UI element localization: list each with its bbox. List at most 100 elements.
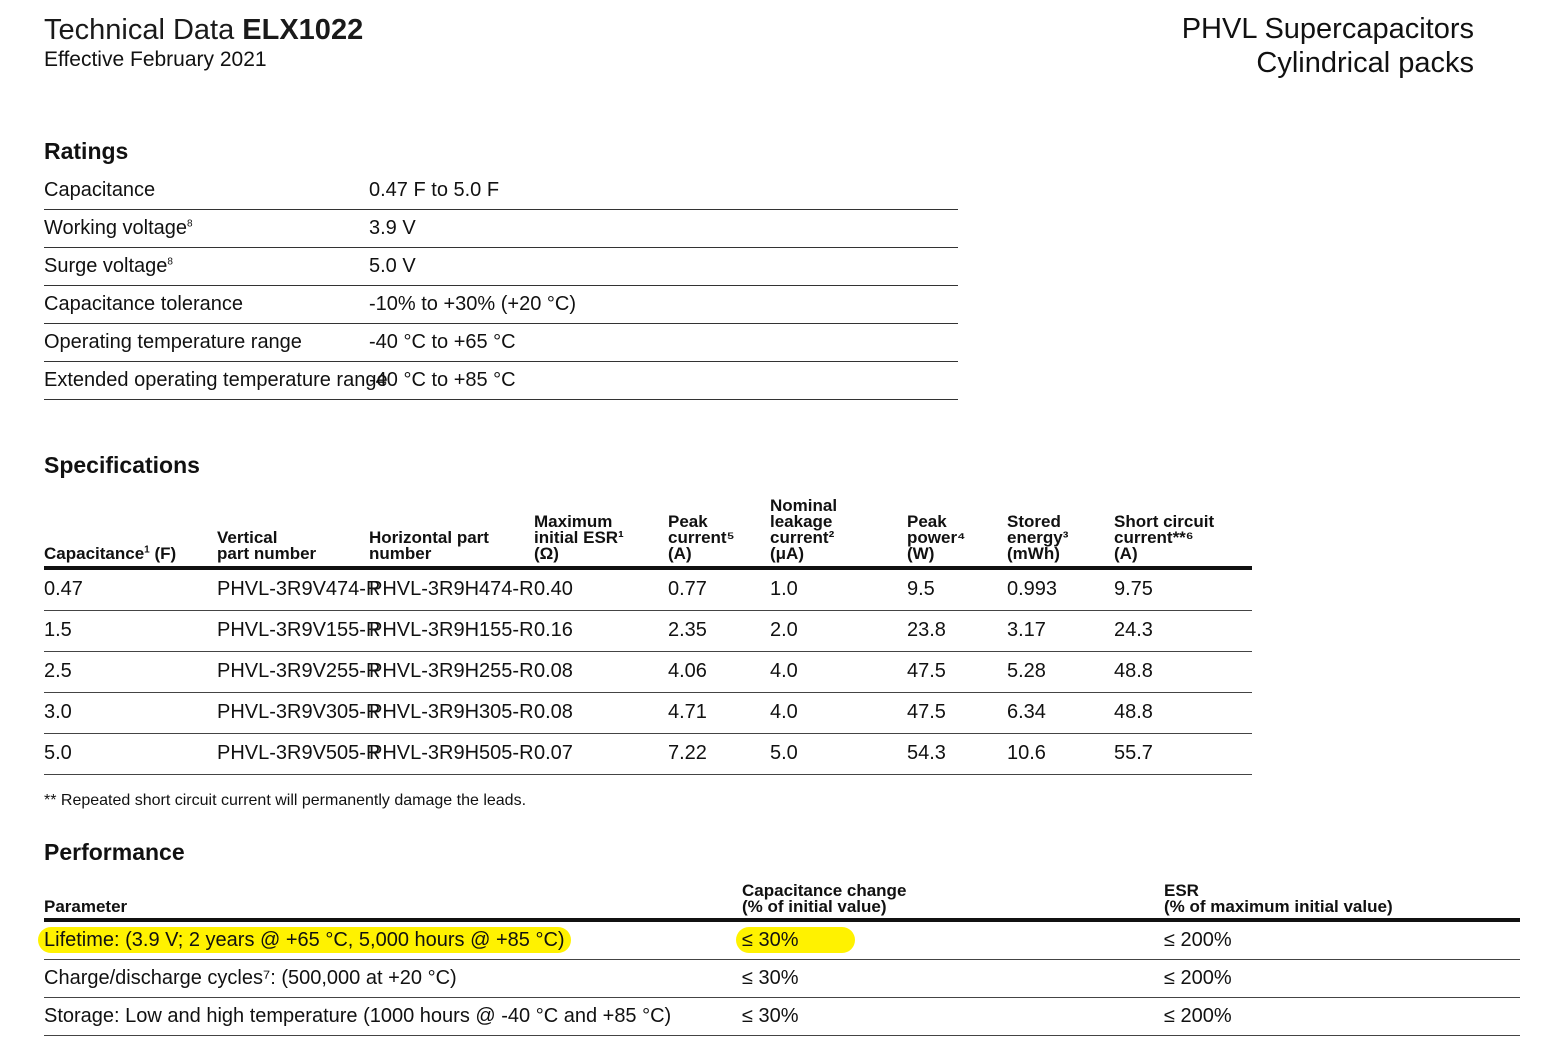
- cell-stored-energy: 3.17: [1007, 619, 1046, 641]
- specifications-table: Capacitance1 (F) Vertical part number Hor…: [44, 494, 1252, 775]
- cell-horizontal-part: PHVL-3R9H305-R: [369, 701, 534, 723]
- perf-cap: ≤ 30%: [736, 927, 855, 953]
- cell-short-circuit: 9.75: [1114, 578, 1153, 600]
- cell-leakage-current: 1.0: [770, 578, 798, 600]
- perf-row: Storage: Low and high temperature (1000 …: [44, 998, 1520, 1036]
- cell-capacitance: 2.5: [44, 660, 72, 682]
- col-max-esr: Maximum initial ESR¹ (Ω): [534, 512, 624, 563]
- cell-stored-energy: 10.6: [1007, 742, 1046, 764]
- cell-horizontal-part: PHVL-3R9H505-R: [369, 742, 534, 764]
- col-peak-power: Peak power⁴ (W): [907, 512, 966, 563]
- spec-row: 5.0 PHVL-3R9V505-R PHVL-3R9H505-R 0.07 7.22 5…: [44, 734, 1252, 775]
- rating-value: -40 °C to +85 °C: [369, 369, 516, 391]
- cell-vertical-part: PHVL-3R9V155-R: [217, 619, 381, 641]
- product-line-2: Cylindrical packs: [1256, 47, 1474, 79]
- ratings-row: Working voltage8 3.9 V: [44, 210, 958, 248]
- cell-leakage-current: 5.0: [770, 742, 798, 764]
- perf-esr: ≤ 200%: [1164, 1005, 1232, 1027]
- cell-vertical-part: PHVL-3R9V255-R: [217, 660, 381, 682]
- cell-stored-energy: 6.34: [1007, 701, 1046, 723]
- perf-param: Storage: Low and high temperature (1000 …: [44, 1005, 672, 1027]
- cell-horizontal-part: PHVL-3R9H155-R: [369, 619, 534, 641]
- spec-row: 2.5 PHVL-3R9V255-R PHVL-3R9H255-R 0.08 4.06 4…: [44, 652, 1252, 693]
- col-short-circuit: Short circuit current**⁶ (A): [1114, 512, 1215, 563]
- cell-peak-power: 54.3: [907, 742, 946, 764]
- cell-peak-current: 4.06: [668, 660, 707, 682]
- ratings-row: Capacitance tolerance -10% to +30% (+20 °…: [44, 286, 958, 324]
- rating-label: Working voltage8: [44, 217, 193, 239]
- perf-esr: ≤ 200%: [1164, 929, 1232, 951]
- col-vertical-part: Vertical part number: [217, 528, 317, 563]
- perf-param: Lifetime: (3.9 V; 2 years @ +65 °C, 5,00…: [38, 927, 571, 953]
- product-line-1: PHVL Supercapacitors: [1181, 13, 1474, 45]
- rating-label: Capacitance: [44, 179, 156, 201]
- rating-label: Surge voltage8: [44, 255, 173, 277]
- perf-header-row: Parameter Capacitance change (% of initia…: [44, 878, 1520, 922]
- cell-max-esr: 0.40: [534, 578, 573, 600]
- spec-rows: 0.47 PHVL-3R9V474-R PHVL-3R9H474-R 0.40 0.77…: [44, 570, 1252, 775]
- cell-leakage-current: 4.0: [770, 660, 798, 682]
- cell-short-circuit: 24.3: [1114, 619, 1153, 641]
- perf-param: Charge/discharge cycles⁷: (500,000 at +2…: [44, 967, 457, 989]
- cell-capacitance: 3.0: [44, 701, 72, 723]
- product-line: PHVL Supercapacitors Cylindrical packs: [1182, 12, 1474, 80]
- perf-cap: ≤ 30%: [742, 967, 799, 989]
- cell-capacitance: 5.0: [44, 742, 72, 764]
- col-capacitance-change: Capacitance change (% of initial value): [742, 881, 907, 916]
- col-parameter: Parameter: [44, 897, 128, 916]
- specifications-heading: Specifications: [44, 452, 200, 478]
- col-capacitance: Capacitance1 (F): [44, 544, 177, 563]
- cell-max-esr: 0.08: [534, 660, 573, 682]
- cell-stored-energy: 0.993: [1007, 578, 1058, 600]
- rating-value: -10% to +30% (+20 °C): [369, 293, 576, 315]
- rating-value: 0.47 F to 5.0 F: [369, 179, 500, 201]
- perf-esr: ≤ 200%: [1164, 967, 1232, 989]
- rating-value: 5.0 V: [369, 255, 416, 277]
- rating-label: Capacitance tolerance: [44, 293, 244, 315]
- cell-peak-current: 0.77: [668, 578, 707, 600]
- rating-label: Operating temperature range: [44, 331, 302, 353]
- cell-leakage-current: 4.0: [770, 701, 798, 723]
- cell-capacitance: 1.5: [44, 619, 72, 641]
- cell-max-esr: 0.08: [534, 701, 573, 723]
- performance-table: Parameter Capacitance change (% of initia…: [38, 878, 1520, 1036]
- ratings-row: Surge voltage8 5.0 V: [44, 248, 958, 286]
- perf-cap: ≤ 30%: [742, 1005, 799, 1027]
- spec-row: 1.5 PHVL-3R9V155-R PHVL-3R9H155-R 0.16 2.35 2…: [44, 611, 1252, 652]
- cell-peak-power: 47.5: [907, 660, 946, 682]
- cell-horizontal-part: PHVL-3R9H474-R: [369, 578, 534, 600]
- col-peak-current: Peak current⁵ (A): [668, 512, 735, 563]
- ratings-row: Extended operating temperature range -40 …: [44, 362, 958, 400]
- col-leakage-current: Nominal leakage current² (μA): [770, 496, 838, 563]
- cell-peak-current: 7.22: [668, 742, 707, 764]
- performance-heading: Performance: [44, 839, 185, 865]
- cell-leakage-current: 2.0: [770, 619, 798, 641]
- rating-label: Extended operating temperature range: [44, 369, 388, 391]
- spec-row: 3.0 PHVL-3R9V305-R PHVL-3R9H305-R 0.08 4.71 4…: [44, 693, 1252, 734]
- cell-peak-current: 2.35: [668, 619, 707, 641]
- col-esr: ESR (% of maximum initial value): [1164, 881, 1393, 916]
- cell-peak-current: 4.71: [668, 701, 707, 723]
- cell-stored-energy: 5.28: [1007, 660, 1046, 682]
- cell-short-circuit: 55.7: [1114, 742, 1153, 764]
- col-horizontal-part: Horizontal part number: [369, 528, 489, 563]
- ratings-heading: Ratings: [44, 138, 129, 164]
- cell-vertical-part: PHVL-3R9V474-R: [217, 578, 381, 600]
- effective-date: Effective February 2021: [44, 48, 267, 71]
- title-code: ELX1022: [242, 14, 364, 46]
- perf-row: Charge/discharge cycles⁷: (500,000 at +2…: [44, 960, 1520, 998]
- title-prefix: Technical Data: [44, 14, 235, 46]
- spec-footnote: ** Repeated short circuit current will p…: [44, 792, 527, 809]
- cell-horizontal-part: PHVL-3R9H255-R: [369, 660, 534, 682]
- cell-short-circuit: 48.8: [1114, 660, 1153, 682]
- cell-peak-power: 47.5: [907, 701, 946, 723]
- spec-row: 0.47 PHVL-3R9V474-R PHVL-3R9H474-R 0.40 0.77…: [44, 570, 1252, 611]
- ratings-table: Capacitance 0.47 F to 5.0 F Working volta…: [44, 172, 958, 400]
- cell-capacitance: 0.47: [44, 578, 83, 600]
- cell-peak-power: 9.5: [907, 578, 935, 600]
- ratings-row: Capacitance 0.47 F to 5.0 F: [44, 172, 958, 210]
- cell-peak-power: 23.8: [907, 619, 946, 641]
- cell-vertical-part: PHVL-3R9V505-R: [217, 742, 381, 764]
- rating-value: 3.9 V: [369, 217, 416, 239]
- cell-short-circuit: 48.8: [1114, 701, 1153, 723]
